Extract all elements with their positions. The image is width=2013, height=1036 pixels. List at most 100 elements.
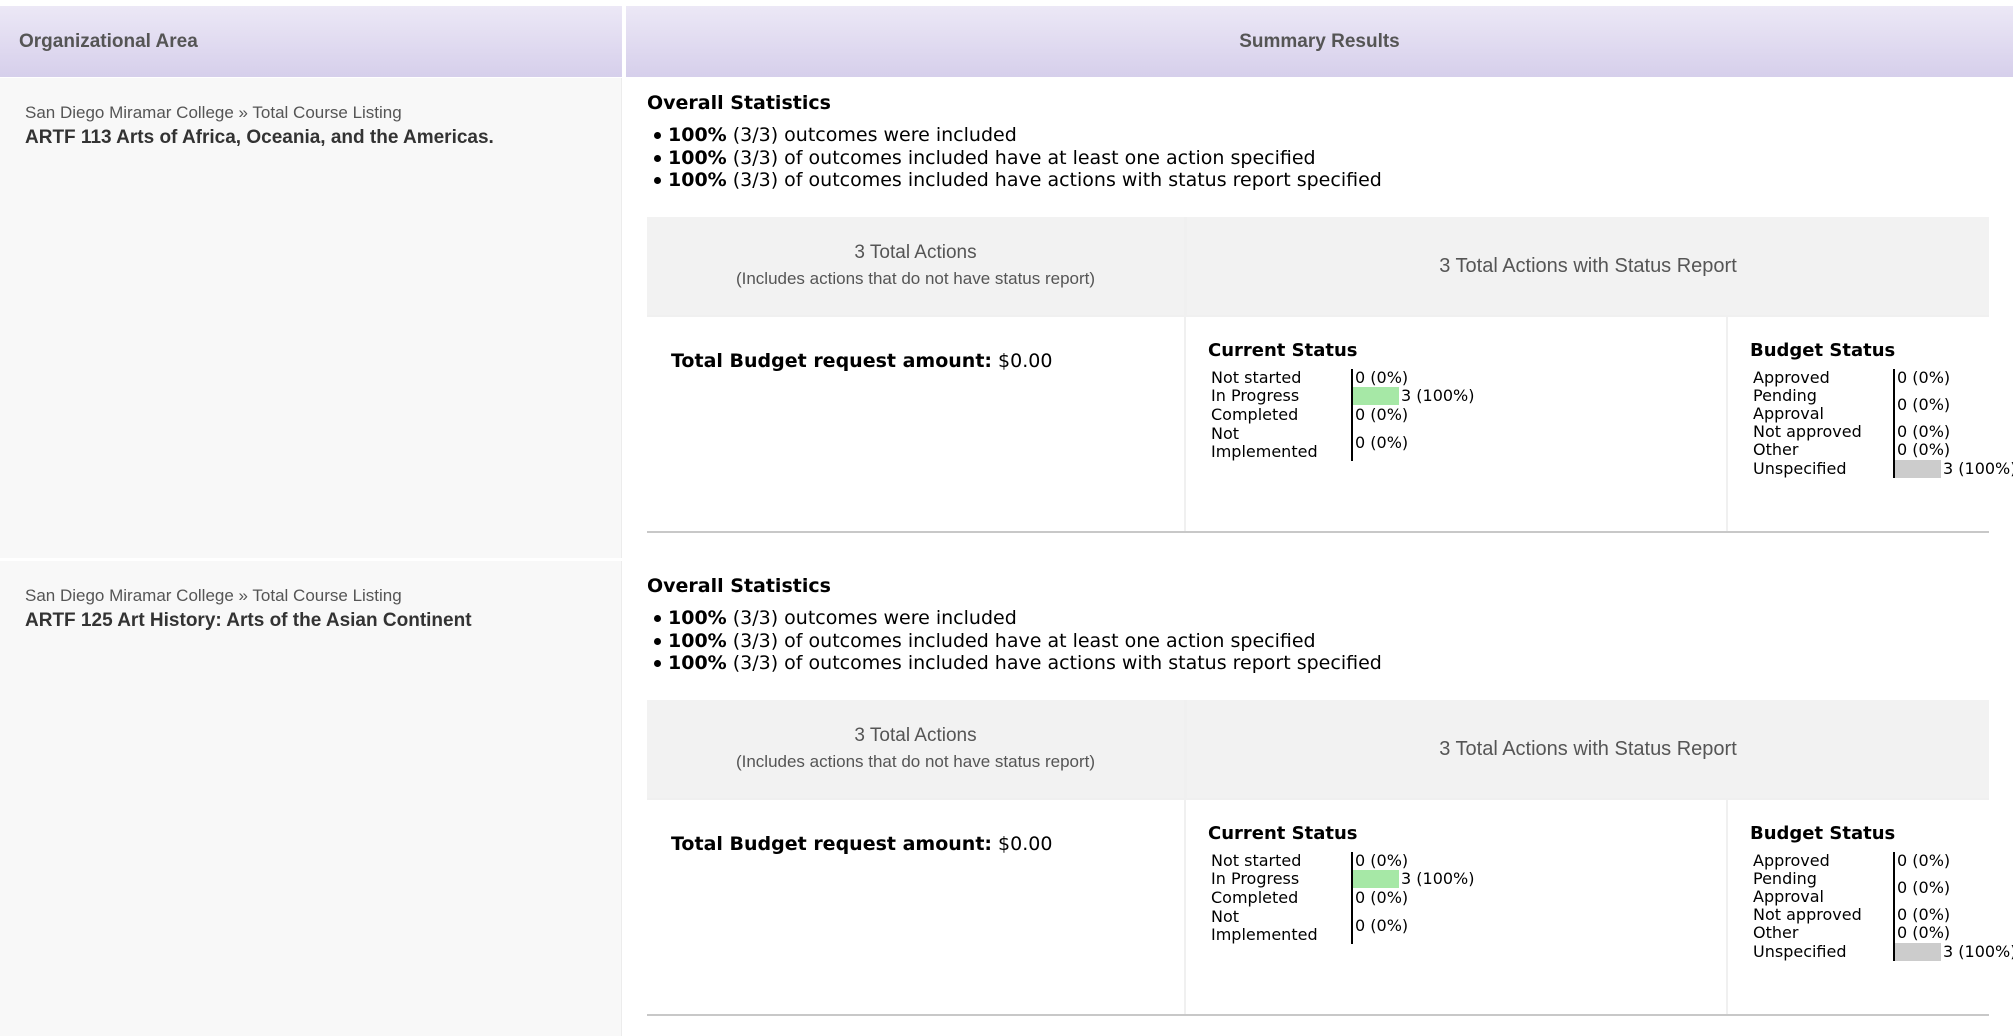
statistic-percent: 100%: [668, 124, 727, 146]
table-row: San Diego Miramar College » Total Course…: [0, 78, 2013, 558]
budget-status-value: 3 (100%): [1943, 459, 2013, 478]
current-status-axis: [1351, 369, 1353, 461]
summary-results-cell: Overall Statistics 100% (3/3) outcomes we…: [626, 78, 2013, 558]
statistic-percent: 100%: [668, 146, 727, 169]
current-status-label: Completed: [1211, 888, 1299, 907]
budget-status-value: 0 (0%): [1897, 905, 1951, 924]
current-status-block: Current Status Not started 0 (0%) In Progre…: [1187, 800, 1726, 1014]
budget-status-row: Unspecified 3 (100%): [1753, 459, 2013, 478]
budget-status-label: Pending Approval: [1753, 869, 1824, 906]
box-bottom-border: [647, 531, 1989, 533]
budget-status-row: Approved 0 (0%): [1753, 852, 1983, 870]
statistic-text: (3/3) of outcomes included have actions …: [726, 652, 1382, 674]
budget-status-value: 0 (0%): [1897, 851, 1951, 870]
organizational-area-cell: San Diego Miramar College » Total Course…: [0, 561, 622, 1036]
budget-status-label: Pending Approval: [1753, 386, 1824, 423]
course-title: ARTF 125 Art History: Arts of the Asian …: [25, 610, 472, 631]
breadcrumb: San Diego Miramar College » Total Course…: [25, 586, 402, 605]
budget-status-title: Budget Status: [1750, 340, 1896, 361]
statistic-text: (3/3) of outcomes included have actions …: [726, 169, 1382, 191]
budget-status-value: 0 (0%): [1897, 923, 1951, 942]
budget-status-label: Unspecified: [1753, 942, 1847, 961]
current-status-value: 0 (0%): [1355, 888, 1409, 907]
current-status-value: 0 (0%): [1355, 916, 1409, 935]
current-status-row: Not Implemented 0 (0%): [1211, 908, 1720, 944]
statistic-percent: 100%: [668, 652, 727, 674]
table-header: Organizational Area Summary Results: [0, 6, 2013, 77]
budget-status-row: Other 0 (0%): [1753, 924, 1983, 942]
statistic-text: (3/3) of outcomes included have at least…: [726, 629, 1316, 652]
budget-status-label: Unspecified: [1753, 459, 1847, 478]
total-actions-with-status-header: 3 Total Actions with Status Report: [1187, 217, 1989, 315]
box-bottom-border: [647, 1014, 1989, 1016]
current-status-row: Completed 0 (0%): [1211, 406, 1720, 424]
current-status-label: Not started: [1211, 851, 1302, 870]
budget-status-value: 0 (0%): [1897, 422, 1951, 441]
statistic-percent: 100%: [668, 169, 727, 191]
budget-request-cell: Total Budget request amount: $0.00: [647, 317, 1184, 531]
budget-request-amount: $0.00: [992, 350, 1053, 372]
current-status-label: Completed: [1211, 405, 1299, 424]
current-status-value: 3 (100%): [1401, 869, 1475, 888]
current-status-label: In Progress: [1211, 386, 1300, 405]
budget-status-label: Not approved: [1753, 422, 1862, 441]
column-divider: [1726, 800, 1728, 1014]
actions-detail: Total Budget request amount: $0.00 Curren…: [647, 800, 2013, 1014]
current-status-label: Not started: [1211, 368, 1302, 387]
budget-status-row: Approved 0 (0%): [1753, 369, 1983, 387]
budget-status-label: Other: [1753, 923, 1799, 942]
table-row: San Diego Miramar College » Total Course…: [0, 561, 2013, 1036]
budget-status-value: 3 (100%): [1943, 942, 2013, 961]
budget-status-block: Budget Status Approved 0 (0%) Pending Appro…: [1729, 317, 2013, 531]
column-divider: [1184, 317, 1186, 531]
statistic-item: 100% (3/3) of outcomes included have act…: [654, 169, 1382, 192]
course-title: ARTF 113 Arts of Africa, Oceania, and th…: [25, 127, 494, 148]
budget-status-value: 0 (0%): [1897, 878, 1951, 897]
budget-status-value: 0 (0%): [1897, 395, 1951, 414]
current-status-bar: [1353, 870, 1399, 888]
statistic-percent: 100%: [668, 629, 727, 652]
current-status-row: In Progress 3 (100%): [1211, 870, 1720, 888]
budget-request-amount: $0.00: [992, 833, 1053, 855]
statistic-item: 100% (3/3) of outcomes included have act…: [654, 652, 1382, 675]
budget-request: Total Budget request amount: $0.00: [671, 833, 1052, 855]
actions-summary-box: 3 Total Actions (Includes actions that do…: [647, 700, 2013, 1016]
budget-status-value: 0 (0%): [1897, 368, 1951, 387]
total-actions-header: 3 Total Actions (Includes actions that do…: [647, 700, 1184, 798]
current-status-value: 0 (0%): [1355, 851, 1409, 870]
total-actions-count: 3 Total Actions: [854, 725, 977, 746]
current-status-label: Not Implemented: [1211, 424, 1318, 461]
budget-status-row: Other 0 (0%): [1753, 441, 1983, 459]
organizational-area-cell: San Diego Miramar College » Total Course…: [0, 78, 622, 558]
budget-status-row: Pending Approval 0 (0%): [1753, 870, 1983, 906]
overall-statistics-title: Overall Statistics: [647, 575, 831, 597]
current-status-title: Current Status: [1208, 823, 1358, 844]
summary-results-cell: Overall Statistics 100% (3/3) outcomes we…: [626, 561, 2013, 1036]
statistic-item: 100% (3/3) outcomes were included: [654, 607, 1382, 630]
current-status-axis: [1351, 852, 1353, 944]
statistic-text: (3/3) outcomes were included: [726, 607, 1017, 629]
budget-status-label: Not approved: [1753, 905, 1862, 924]
overall-statistics-title: Overall Statistics: [647, 92, 831, 114]
budget-status-row: Not approved 0 (0%): [1753, 906, 1983, 924]
budget-status-label: Approved: [1753, 368, 1830, 387]
current-status-value: 0 (0%): [1355, 405, 1409, 424]
budget-status-row: Pending Approval 0 (0%): [1753, 387, 1983, 423]
total-actions-note: (Includes actions that do not have statu…: [735, 269, 1096, 288]
total-actions-note: (Includes actions that do not have statu…: [735, 752, 1096, 771]
budget-status-block: Budget Status Approved 0 (0%) Pending Appro…: [1729, 800, 2013, 1014]
total-actions-count: 3 Total Actions: [854, 242, 977, 263]
current-status-row: Not started 0 (0%): [1211, 852, 1720, 870]
budget-status-bar: [1895, 460, 1941, 478]
budget-status-row: Unspecified 3 (100%): [1753, 942, 2013, 961]
budget-status-value: 0 (0%): [1897, 440, 1951, 459]
current-status-value: 0 (0%): [1355, 433, 1409, 452]
current-status-bar: [1353, 387, 1399, 405]
column-divider: [1184, 800, 1186, 1014]
current-status-row: Not Implemented 0 (0%): [1211, 425, 1720, 461]
budget-status-bar: [1895, 943, 1941, 961]
budget-request-label: Total Budget request amount:: [671, 350, 992, 372]
budget-status-axis: [1893, 852, 1895, 961]
total-actions-with-status-header: 3 Total Actions with Status Report: [1187, 700, 1989, 798]
overall-statistics-list: 100% (3/3) outcomes were included 100% (3…: [654, 124, 1382, 192]
